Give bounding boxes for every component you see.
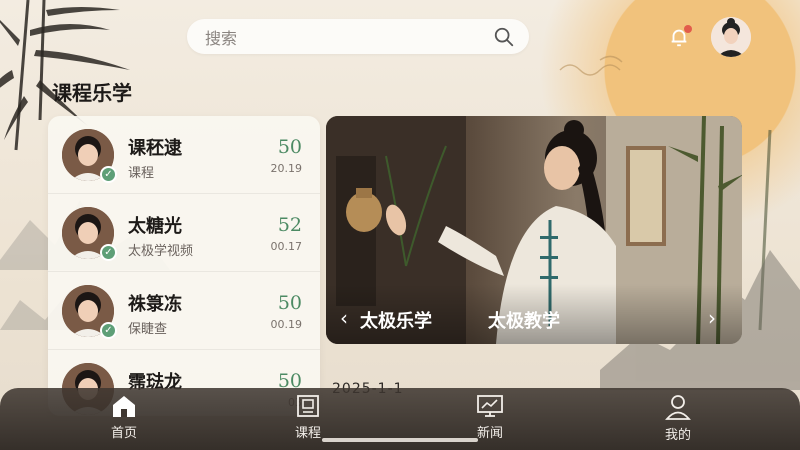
notification-dot [684, 25, 692, 33]
user-avatar[interactable] [711, 17, 751, 57]
course-count: 50 [277, 292, 302, 314]
course-name: 祩箓冻 [128, 294, 182, 315]
checkmark-icon: ✓ [100, 244, 117, 261]
course-subtitle: 太极学视频 [128, 244, 194, 259]
course-time: 20.19 [270, 162, 303, 175]
nav-item-news[interactable]: 新闻 [450, 394, 530, 441]
nav-item-profile[interactable]: 我的 [638, 394, 718, 443]
checkmark-icon: ✓ [100, 166, 117, 183]
course-name: 课秠逮 [128, 138, 182, 159]
nav-item-course[interactable]: 课程 [268, 394, 348, 441]
search-icon[interactable] [493, 26, 515, 48]
checkmark-icon: ✓ [100, 322, 117, 339]
home-icon [113, 396, 135, 417]
featured-banner[interactable]: ‹ 太极乐学 太极教学 › [326, 116, 742, 344]
nav-label-home: 首页 [110, 426, 137, 441]
course-count: 50 [277, 136, 302, 158]
banner-title-left: 太极乐学 [360, 311, 432, 332]
notification-bell-icon[interactable] [668, 25, 692, 48]
course-subtitle: 课程 [128, 166, 155, 181]
course-list-item[interactable]: ✓ 课秠逮 课程 50 20.19 [48, 116, 320, 194]
home-indicator[interactable] [322, 438, 478, 442]
profile-icon [665, 395, 691, 420]
section-title: 课程乐学 [52, 81, 132, 105]
course-subtitle: 保睫查 [128, 322, 168, 337]
search-bar[interactable]: 搜索 [187, 19, 529, 54]
course-name: 太糖光 [128, 216, 182, 237]
search-placeholder: 搜索 [205, 28, 238, 48]
nav-label-profile: 我的 [664, 428, 691, 443]
course-list-item[interactable]: ✓ 祩箓冻 保睫查 50 00.19 [48, 272, 320, 350]
course-time: 00.19 [270, 318, 303, 331]
nav-item-home[interactable]: 首页 [84, 394, 164, 441]
course-list-item[interactable]: ✓ 太糖光 太极学视频 52 00.17 [48, 194, 320, 272]
course-icon [297, 395, 319, 417]
banner-title-right: 太极教学 [488, 311, 560, 332]
banner-prev-arrow-icon[interactable]: ‹ [340, 306, 348, 330]
course-count: 52 [277, 214, 302, 236]
course-time: 00.17 [270, 240, 303, 253]
banner-next-arrow-icon[interactable]: › [708, 306, 716, 330]
course-list: ✓ 课秠逮 课程 50 20.19 ✓ 太糖光 太极学视频 52 00.17 ✓… [48, 116, 320, 416]
news-icon [477, 395, 503, 417]
